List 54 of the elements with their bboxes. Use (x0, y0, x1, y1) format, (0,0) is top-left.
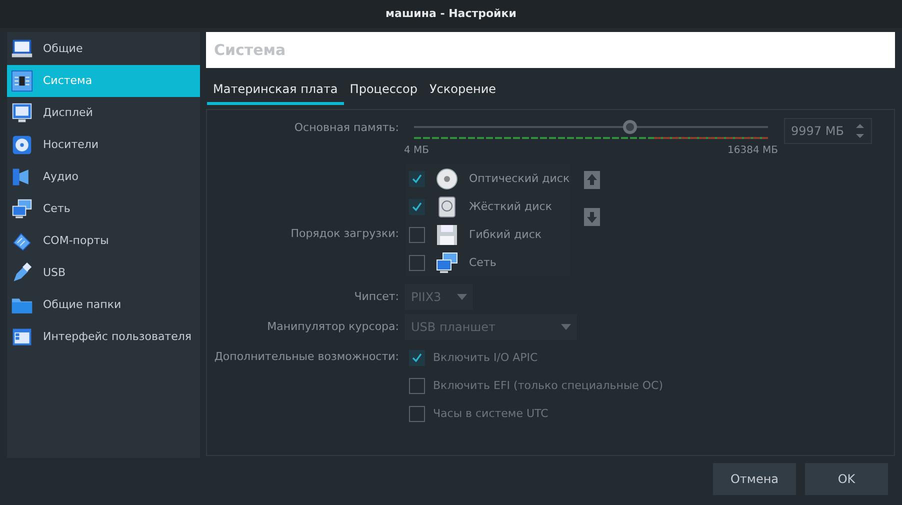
dialog-button[interactable]: Отмена (713, 463, 796, 495)
scale-max-label: 16384 МБ (728, 144, 778, 158)
dropdown-arrow-icon (561, 324, 571, 330)
network-icon (435, 251, 459, 275)
checkmark-icon (411, 173, 423, 185)
plug-icon (11, 230, 33, 252)
floppy-icon (435, 223, 459, 247)
sidebar-item[interactable]: Носители (7, 129, 200, 161)
sidebar-item[interactable]: Дисплей (7, 97, 200, 129)
field-label: Манипулятор курсора: (266, 319, 400, 335)
checkmark-icon (411, 201, 423, 213)
sidebar-item[interactable]: Интерфейс пользователя (7, 321, 200, 353)
dialog-button[interactable]: OK (805, 463, 888, 495)
checkbox[interactable] (409, 378, 425, 394)
chip-icon (11, 70, 33, 92)
slider-thumb[interactable] (622, 120, 637, 134)
spin-arrows-icon[interactable] (855, 122, 865, 140)
field-label: Порядок загрузки: (290, 226, 400, 242)
checkbox[interactable] (409, 350, 425, 366)
boot-device-label[interactable]: Сеть (469, 254, 496, 272)
field-label: Основная память: (293, 120, 400, 136)
sidebar-item[interactable]: Общие папки (7, 289, 200, 321)
monitor-icon (11, 102, 33, 124)
sidebar-item[interactable]: Общие (7, 33, 200, 65)
sidebar-item[interactable]: Сеть (7, 193, 200, 225)
boot-device-label[interactable]: Оптический диск (469, 170, 570, 188)
move-down-button[interactable] (583, 208, 601, 226)
scale-min-label: 4 МБ (404, 144, 430, 158)
field-label: Чипсет: (353, 289, 400, 305)
tab[interactable]: Процессор (344, 80, 424, 105)
memory-spinbox[interactable]: 9997 МБ (784, 118, 872, 144)
checkbox[interactable] (409, 171, 425, 187)
move-up-button[interactable] (583, 171, 601, 189)
checkmark-icon (411, 352, 423, 364)
boot-device-label[interactable]: Гибкий диск (469, 226, 542, 244)
tab[interactable]: Материнская плата (207, 80, 344, 105)
field-label: Дополнительные возможности: (213, 349, 400, 365)
sidebar-item[interactable]: COM-порты (7, 225, 200, 257)
sidebar-item[interactable]: USB (7, 257, 200, 289)
sidebar-item[interactable]: Аудио (7, 161, 200, 193)
network-icon (11, 198, 33, 220)
checkbox[interactable] (409, 406, 425, 422)
section-title: Система (214, 40, 286, 61)
checkbox[interactable] (409, 255, 425, 271)
laptop-icon (11, 38, 33, 60)
checkbox[interactable] (409, 199, 425, 215)
window-title: машина - Настройки (386, 6, 516, 22)
boot-device-label[interactable]: Жёсткий диск (469, 198, 552, 216)
dropdown-arrow-icon (457, 294, 467, 300)
tab[interactable]: Ускорение (423, 80, 502, 105)
checkbox[interactable] (409, 227, 425, 243)
window-icon (11, 326, 33, 348)
disc-icon (435, 167, 459, 191)
usb-stick-icon (11, 262, 33, 284)
